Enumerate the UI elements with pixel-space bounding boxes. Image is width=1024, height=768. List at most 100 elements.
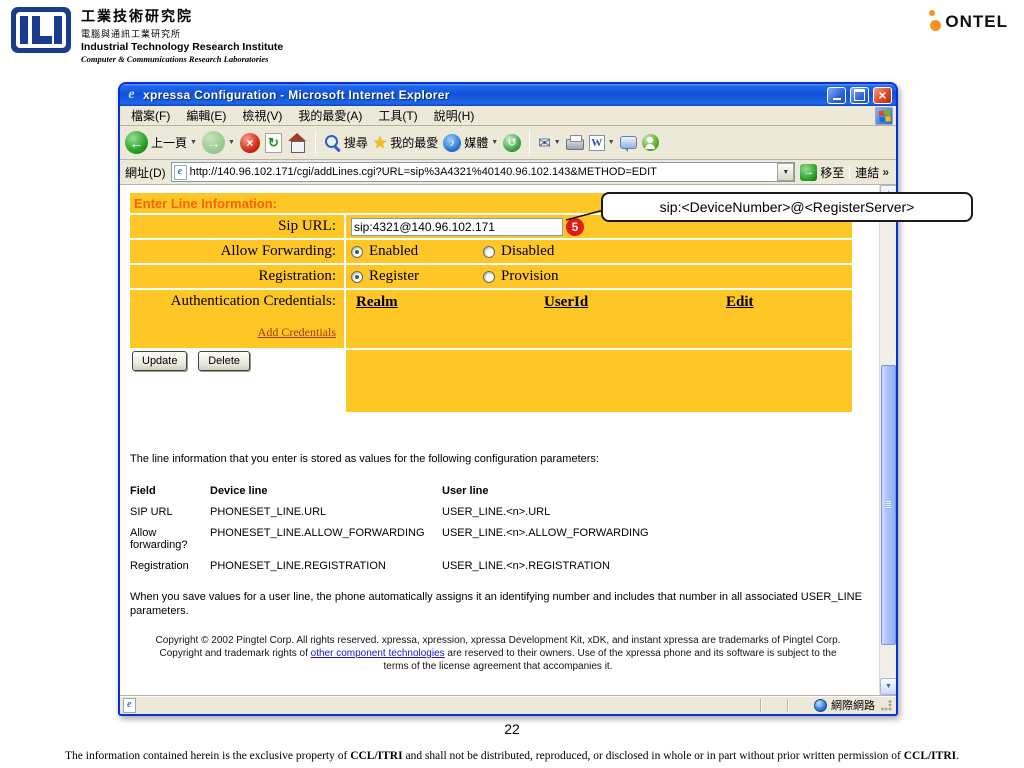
param-cell: USER_LINE.<n>.ALLOW_FORWARDING — [442, 527, 730, 551]
address-input[interactable] — [190, 164, 775, 180]
scroll-down-icon[interactable] — [880, 678, 896, 695]
param-header: Device line — [210, 485, 442, 497]
print-button[interactable] — [566, 135, 584, 150]
sip-url-label: Sip URL: — [130, 215, 344, 238]
menu-item-help[interactable]: 說明(H) — [426, 105, 483, 126]
address-dropdown-icon[interactable]: ▼ — [777, 163, 794, 181]
forward-icon — [202, 131, 225, 154]
add-credentials-link[interactable]: Add Credentials — [258, 325, 336, 340]
zone-label: 網際網路 — [831, 697, 875, 713]
forward-dropdown-icon[interactable]: ▼ — [228, 139, 235, 146]
radio-enabled[interactable] — [351, 246, 363, 258]
radio-disabled[interactable] — [483, 246, 495, 258]
itri-logo-text: 工業技術研究院 電腦與通訊工業研究所 Industrial Technology… — [81, 6, 283, 64]
edit-button[interactable]: ▼ — [589, 135, 615, 151]
menu-item-tools[interactable]: 工具(T) — [370, 105, 425, 126]
radio-provision[interactable] — [483, 271, 495, 283]
stop-icon — [240, 133, 260, 153]
menu-item-file[interactable]: 檔案(F) — [123, 105, 178, 126]
home-button[interactable] — [287, 133, 307, 152]
delete-button[interactable]: Delete — [198, 351, 250, 371]
status-bar: 網際網路 — [120, 695, 896, 714]
param-cell: SIP URL — [130, 506, 210, 518]
refresh-button[interactable] — [265, 133, 282, 153]
menu-item-edit[interactable]: 編輯(E) — [178, 105, 234, 126]
itri-logo-block: 工業技術研究院 電腦與通訊工業研究所 Industrial Technology… — [10, 6, 283, 64]
update-button[interactable]: Update — [132, 351, 187, 371]
copyright-line1: Copyright © 2002 Pingtel Corp. All right… — [130, 634, 866, 647]
close-button[interactable] — [873, 87, 892, 104]
userid-column-header: UserId — [544, 294, 588, 311]
disabled-label: Disabled — [501, 243, 554, 260]
status-page-icon — [123, 698, 136, 713]
itri-name-zh: 工業技術研究院 — [81, 6, 283, 26]
itri-dept-zh: 電腦與通訊工業研究所 — [81, 27, 283, 40]
sip-url-input[interactable] — [351, 218, 563, 236]
edit-dropdown-icon[interactable]: ▼ — [608, 139, 615, 146]
slide: 工業技術研究院 電腦與通訊工業研究所 Industrial Technology… — [0, 0, 1024, 768]
window-title: xpressa Configuration - Microsoft Intern… — [143, 88, 823, 102]
back-dropdown-icon[interactable]: ▼ — [190, 139, 197, 146]
refresh-icon — [265, 133, 282, 153]
back-icon — [125, 131, 148, 154]
realm-column-header: Realm — [356, 294, 398, 311]
edit-column-header: Edit — [726, 294, 754, 311]
itri-dept-en: Computer & Communications Research Labor… — [81, 54, 283, 64]
links-toolbar[interactable]: 連結 » — [855, 164, 891, 181]
footer-text: . — [956, 750, 959, 762]
internet-globe-icon — [814, 699, 827, 712]
search-label: 搜尋 — [344, 134, 368, 151]
auth-credentials-label: Authentication Credentials: — [171, 293, 336, 310]
discuss-button[interactable] — [620, 136, 637, 149]
copyright-line2: Copyright and trademark rights of other … — [130, 647, 866, 660]
radio-register[interactable] — [351, 271, 363, 283]
allow-forwarding-row: Allow Forwarding: Enabled Disabled — [130, 240, 852, 263]
resize-grip[interactable] — [880, 699, 893, 712]
ie-icon: e — [124, 87, 139, 103]
status-pane — [760, 699, 782, 712]
links-label: 連結 — [855, 164, 879, 181]
mail-dropdown-icon[interactable]: ▼ — [554, 139, 561, 146]
copyright-line3: terms of the license agreement that acco… — [130, 660, 866, 673]
go-button[interactable]: 移至 — [800, 164, 844, 181]
footer-text: The information contained herein is the … — [65, 750, 350, 762]
forward-button[interactable]: ▼ — [202, 131, 235, 154]
param-cell: Registration — [130, 560, 210, 572]
status-pane — [787, 699, 809, 712]
param-cell: PHONESET_LINE.ALLOW_FORWARDING — [210, 527, 442, 551]
copyright-block: Copyright © 2002 Pingtel Corp. All right… — [130, 634, 866, 673]
stop-button[interactable] — [240, 133, 260, 153]
page-icon — [174, 165, 187, 180]
toolbar-separator — [529, 131, 530, 155]
favorites-label: 我的最愛 — [390, 134, 438, 151]
search-button[interactable]: 搜尋 — [324, 134, 368, 151]
browser-window: e xpressa Configuration - Microsoft Inte… — [118, 82, 898, 716]
back-button[interactable]: 上一頁 ▼ — [125, 131, 197, 154]
copyright-line2-post: are reserved to their owners. Use of the… — [445, 648, 837, 659]
links-chevron-icon[interactable]: » — [882, 165, 889, 179]
history-button[interactable] — [503, 134, 521, 152]
enabled-label: Enabled — [369, 243, 418, 260]
param-header: Field — [130, 485, 210, 497]
pingtel-logo: ONTEL — [929, 10, 1008, 32]
favorites-button[interactable]: 我的最愛 — [373, 133, 438, 153]
sip-format-callout: sip:<DeviceNumber>@<RegisterServer> — [601, 192, 973, 222]
component-technologies-link[interactable]: other component technologies — [311, 648, 445, 659]
media-button[interactable]: 媒體 ▼ — [443, 134, 498, 152]
menu-item-view[interactable]: 檢視(V) — [234, 105, 290, 126]
minimize-button[interactable] — [827, 87, 846, 104]
param-cell: Allow forwarding? — [130, 527, 210, 551]
vertical-scrollbar[interactable] — [879, 185, 896, 695]
param-cell: USER_LINE.<n>.REGISTRATION — [442, 560, 730, 572]
media-dropdown-icon[interactable]: ▼ — [491, 139, 498, 146]
messenger-button[interactable] — [642, 134, 659, 151]
scrollbar-thumb[interactable] — [881, 365, 896, 645]
maximize-button[interactable] — [850, 87, 869, 104]
discuss-icon — [620, 136, 637, 149]
mail-button[interactable]: ▼ — [538, 134, 561, 152]
home-icon — [287, 133, 307, 152]
back-label: 上一頁 — [151, 134, 187, 151]
itri-name-en: Industrial Technology Research Institute — [81, 41, 283, 53]
menu-item-favorites[interactable]: 我的最愛(A) — [290, 105, 370, 126]
messenger-icon — [642, 134, 659, 151]
